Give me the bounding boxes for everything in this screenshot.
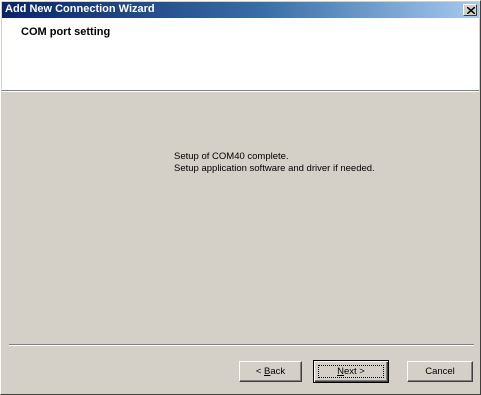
- footer-divider-highlight: [9, 345, 474, 346]
- status-message: Setup of COM40 complete.: [174, 151, 289, 162]
- page-title: COM port setting: [21, 26, 111, 38]
- instruction-message: Setup application software and driver if…: [174, 163, 375, 174]
- wizard-window: Add New Connection Wizard COM port setti…: [0, 0, 481, 395]
- back-button[interactable]: < Back: [239, 361, 302, 382]
- next-button[interactable]: Next >: [313, 360, 389, 383]
- focus-rectangle: [318, 365, 384, 378]
- cancel-button[interactable]: Cancel: [407, 361, 473, 382]
- content-area: Setup of COM40 complete. Setup applicati…: [2, 92, 479, 343]
- back-button-label: ack: [270, 366, 286, 377]
- back-button-prefix: <: [255, 366, 265, 377]
- close-button[interactable]: [463, 4, 477, 16]
- window-title: Add New Connection Wizard: [5, 3, 155, 15]
- close-icon: [467, 7, 475, 14]
- title-bar[interactable]: Add New Connection Wizard: [2, 2, 479, 18]
- header-panel: COM port setting: [2, 18, 479, 91]
